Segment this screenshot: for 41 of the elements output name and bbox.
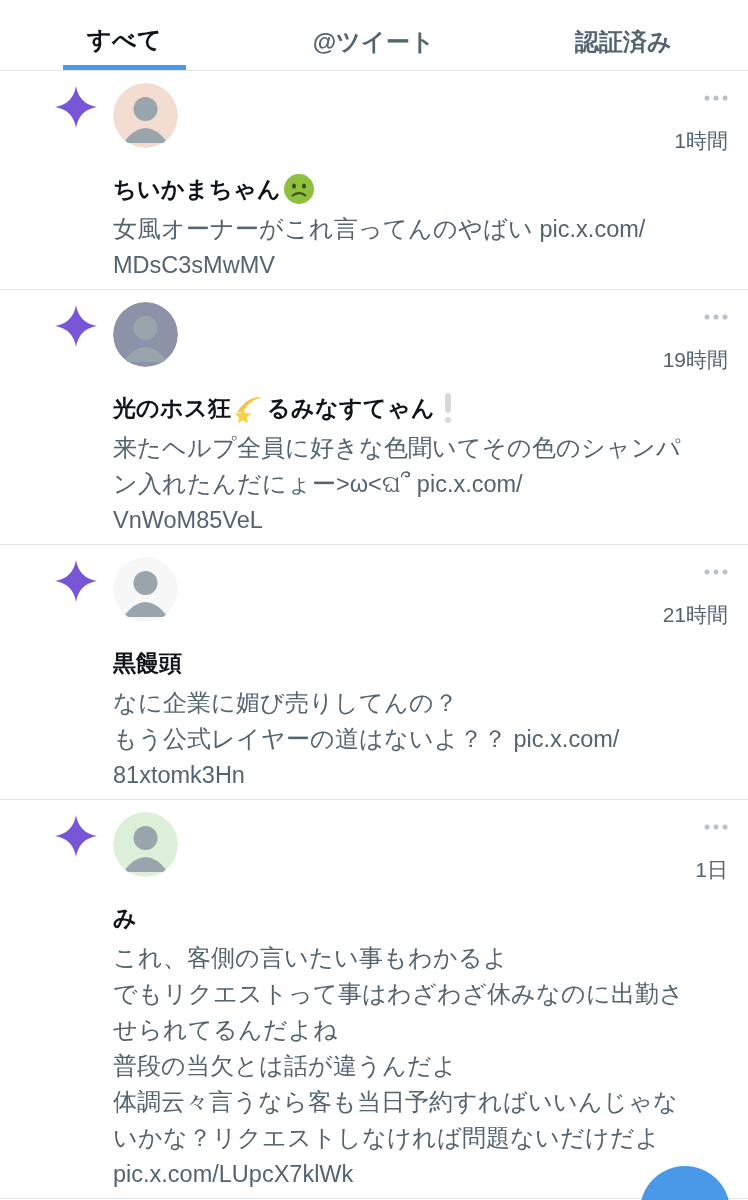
tweet-text-line: なに企業に媚び売りしてんの？ xyxy=(113,689,458,718)
timestamp: 21時間 xyxy=(662,602,728,628)
user-name: 黒饅頭 xyxy=(113,648,182,678)
tweet-text-line: pic.x.com/LUpcX7klWk xyxy=(113,1160,354,1189)
avatar[interactable] xyxy=(113,812,178,877)
tweet-text-line: せられてるんだよね xyxy=(113,1016,338,1045)
tweet-text-line: VnWoM85VeL xyxy=(113,506,263,535)
tweet-text-line: いかな？リクエストしなければ問題ないだけだよ xyxy=(113,1124,660,1153)
user-name: るみなすてゃん xyxy=(267,393,435,423)
nauseated-face-icon xyxy=(283,173,315,205)
more-icon[interactable] xyxy=(704,95,728,101)
tweet-text-line: 普段の当欠とは話が違うんだよ xyxy=(113,1052,457,1081)
user-name: 光のホス狂 xyxy=(113,393,231,423)
more-icon[interactable] xyxy=(704,314,728,320)
user-name: み xyxy=(113,903,137,933)
user-name: ちいかまちゃん xyxy=(113,174,281,204)
sparkle-icon xyxy=(55,815,97,857)
tweet-text-line: 体調云々言うなら客も当日予約すればいいんじゃな xyxy=(113,1088,678,1117)
tweet-text-line: 81xtomk3Hn xyxy=(113,761,245,790)
more-icon[interactable] xyxy=(704,569,728,575)
avatar[interactable] xyxy=(113,302,178,367)
sparkle-icon xyxy=(55,86,97,128)
sparkle-icon xyxy=(55,305,97,347)
tab[interactable]: 認証済み xyxy=(570,0,676,70)
timestamp: 19時間 xyxy=(662,347,728,373)
exclamation-icon xyxy=(443,393,453,423)
tab[interactable]: @ツイート xyxy=(308,0,440,70)
tab[interactable]: すべて xyxy=(63,0,187,70)
tweet-text-line: MDsC3sMwMV xyxy=(113,251,275,280)
avatar[interactable] xyxy=(113,83,178,148)
more-icon[interactable] xyxy=(704,824,728,830)
tweet-text-line: 来たヘルプ全員に好きな色聞いてその色のシャンパ xyxy=(113,434,681,463)
tweet-text-line: これ、客側の言いたい事もわかるよ xyxy=(113,944,508,973)
tweet-text-line: もう公式レイヤーの道はないよ？？ pic.x.com/ xyxy=(113,725,620,754)
timestamp: 1時間 xyxy=(674,128,728,154)
sparkle-icon xyxy=(55,560,97,602)
tweet-text-line: 女風オーナーがこれ言ってんのやばい pic.x.com/ xyxy=(113,215,646,244)
timestamp: 1日 xyxy=(695,857,728,883)
tweet-text-line: ン入れたんだにょー>ω<ଘ՞ pic.x.com/ xyxy=(113,470,523,499)
avatar[interactable] xyxy=(113,557,178,622)
tweet-text-line: でもリクエストって事はわざわざ休みなのに出勤さ xyxy=(113,980,684,1009)
